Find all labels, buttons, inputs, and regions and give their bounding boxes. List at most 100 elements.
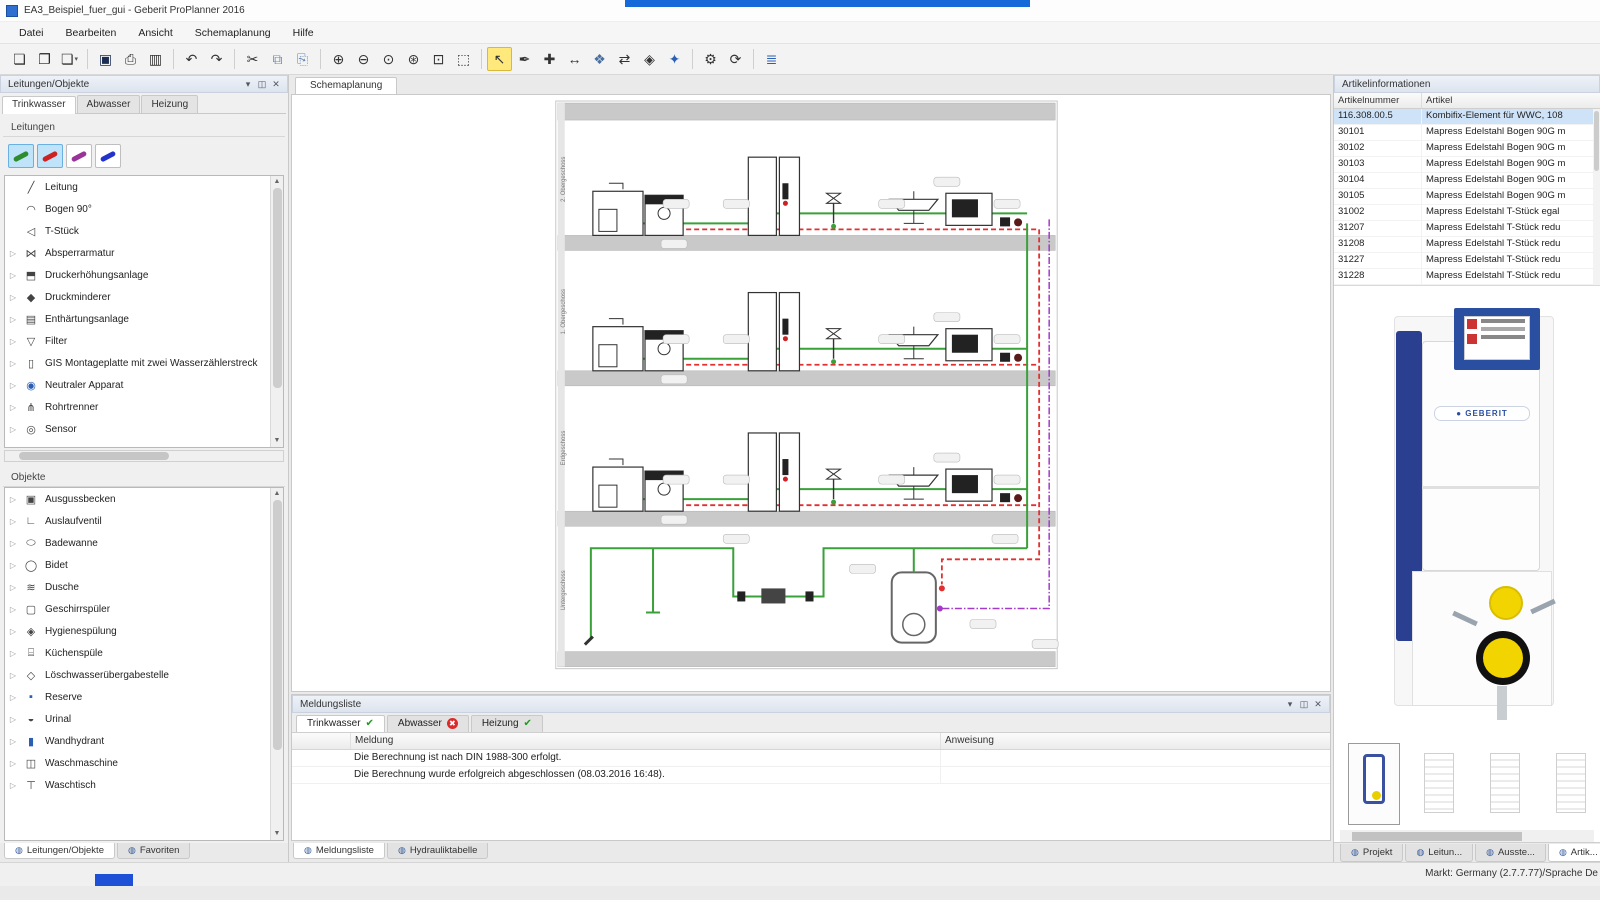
pin-icon[interactable]: ◫ [255,79,269,90]
menu-item-bearbeiten[interactable]: Bearbeiten [55,24,128,42]
expander-icon[interactable]: ▷ [5,315,21,324]
list-item[interactable]: ▷▤Enthärtungsanlage [5,308,270,330]
expander-icon[interactable]: ▷ [5,759,21,768]
scroll-down-icon[interactable]: ▼ [274,435,281,447]
expander-icon[interactable]: ▷ [5,715,21,724]
tab-trinkwasser[interactable]: Trinkwasser [2,96,76,114]
list-item[interactable]: ▷◯Bidet [5,554,270,576]
list-item[interactable]: ▷▣Ausgussbecken [5,488,270,510]
zoom-in-button[interactable]: ⊕ [326,47,351,71]
list-item[interactable]: ◁T-Stück [5,220,270,242]
list-item[interactable]: ▷⋔Rohrtrenner [5,396,270,418]
thumbnails-hscrollbar[interactable] [1340,830,1594,842]
expander-icon[interactable]: ▷ [5,249,21,258]
list-item[interactable]: ▷≋Dusche [5,576,270,598]
article-row[interactable]: 31002Mapress Edelstahl T-Stück egal [1334,205,1600,221]
article-row[interactable]: 31207Mapress Edelstahl T-Stück redu [1334,221,1600,237]
tab-heizung[interactable]: Heizung [141,95,198,113]
redo-button[interactable]: ↷ [204,47,229,71]
expander-icon[interactable]: ▷ [5,605,21,614]
menu-item-schemaplanung[interactable]: Schemaplanung [184,24,282,42]
chevron-down-icon[interactable]: ▾ [241,79,255,90]
list-item[interactable]: ▷◫Waschmaschine [5,752,270,774]
zoom-all-button[interactable]: ⊛ [401,47,426,71]
expander-icon[interactable]: ▷ [5,403,21,412]
zoom-out-button[interactable]: ⊖ [351,47,376,71]
tab-artik---[interactable]: ◍Artik... [1548,844,1600,862]
zirkulation-leitung-button[interactable] [66,144,92,168]
open-recent-button[interactable]: ❏▾ [57,47,82,71]
kaltwasser-leitung-button[interactable] [8,144,34,168]
leitungen-hscrollbar[interactable] [4,450,284,462]
column-header-artikel[interactable]: Artikel [1422,93,1600,108]
leitungen-list[interactable]: ╱Leitung◠Bogen 90°◁T-Stück▷⋈Absperrarmat… [4,175,284,448]
list-item[interactable]: ▷▮Wandhydrant [5,730,270,752]
menu-item-ansicht[interactable]: Ansicht [127,24,183,42]
column-header-anweisung[interactable]: Anweisung [940,733,1330,749]
report-button[interactable]: ▥ [143,47,168,71]
expander-icon[interactable]: ▷ [5,271,21,280]
list-item[interactable]: ▷◇Löschwasserübergabestelle [5,664,270,686]
menu-item-hilfe[interactable]: Hilfe [282,24,325,42]
list-item[interactable]: ▷◎Sensor [5,418,270,440]
article-row[interactable]: 31228Mapress Edelstahl T-Stück redu [1334,269,1600,285]
close-icon[interactable]: ✕ [269,79,283,90]
list-item[interactable]: ▷⬭Badewanne [5,532,270,554]
expander-icon[interactable]: ▷ [5,781,21,790]
print-button[interactable]: ⎙ [118,47,143,71]
column-header-meldung[interactable]: Meldung [350,733,940,749]
tab-hydrauliktabelle[interactable]: ◍Hydrauliktabelle [387,843,488,859]
article-row[interactable]: 30103Mapress Edelstahl Bogen 90G m [1334,157,1600,173]
scroll-up-icon[interactable]: ▲ [274,488,281,500]
save-button[interactable]: ▣ [93,47,118,71]
messages-tab-abwasser[interactable]: Abwasser✖ [387,715,469,732]
copy-button[interactable]: ⧉ [265,47,290,71]
list-item[interactable]: ▷◉Neutraler Apparat [5,374,270,396]
message-row[interactable]: Die Berechnung wurde erfolgreich abgesch… [292,767,1330,784]
list-item[interactable]: ▷▢Geschirrspüler [5,598,270,620]
lock-button[interactable]: ◈ [637,47,662,71]
table-view-button[interactable]: ≣ [759,47,784,71]
expander-icon[interactable]: ▷ [5,517,21,526]
column-header-artikelnummer[interactable]: Artikelnummer [1334,93,1422,108]
article-row[interactable]: 30105Mapress Edelstahl Bogen 90G m [1334,189,1600,205]
expander-icon[interactable]: ▷ [5,539,21,548]
zoom-selection-button[interactable]: ⊙ [376,47,401,71]
expander-icon[interactable]: ▷ [5,737,21,746]
menu-item-datei[interactable]: Datei [8,24,55,42]
cut-button[interactable]: ✂ [240,47,265,71]
scroll-up-icon[interactable]: ▲ [274,176,281,188]
list-item[interactable]: ▷∟Auslaufventil [5,510,270,532]
tab-ausste---[interactable]: ◍Ausste... [1475,844,1546,862]
schematic-canvas[interactable]: 2. Obergeschoss1. ObergeschossErdgeschos… [291,94,1331,692]
tab-leitungen-objekte[interactable]: ◍Leitungen/Objekte [4,843,115,859]
article-row[interactable]: 31227Mapress Edelstahl T-Stück redu [1334,253,1600,269]
article-row[interactable]: 30104Mapress Edelstahl Bogen 90G m [1334,173,1600,189]
list-item[interactable]: ╱Leitung [5,176,270,198]
list-item[interactable]: ▷⋈Absperrarmatur [5,242,270,264]
open-button[interactable]: ❐ [32,47,57,71]
paste-button[interactable]: ⎘ [290,47,315,71]
move-button[interactable]: ✚ [537,47,562,71]
fill-tool-button[interactable]: ✒ [512,47,537,71]
expander-icon[interactable]: ▷ [5,381,21,390]
close-icon[interactable]: ✕ [1311,699,1325,710]
list-vscrollbar[interactable]: ▲▼ [270,176,283,447]
expander-icon[interactable]: ▷ [5,649,21,658]
undo-button[interactable]: ↶ [179,47,204,71]
refresh-button[interactable]: ⟳ [723,47,748,71]
product-thumb-detail-3[interactable] [1546,743,1598,825]
expander-icon[interactable]: ▷ [5,359,21,368]
expander-icon[interactable]: ▷ [5,561,21,570]
scroll-thumb[interactable] [273,188,282,388]
objekte-list[interactable]: ▷▣Ausgussbecken▷∟Auslaufventil▷⬭Badewann… [4,487,284,841]
article-table-vscrollbar[interactable] [1593,109,1600,285]
expander-icon[interactable]: ▷ [5,671,21,680]
article-row[interactable]: 31208Mapress Edelstahl T-Stück redu [1334,237,1600,253]
pin-icon[interactable]: ◫ [1297,699,1311,710]
measure-button[interactable]: ↔ [562,47,587,71]
expander-icon[interactable]: ▷ [5,583,21,592]
list-item[interactable]: ▷▪Reserve [5,686,270,708]
messages-tab-heizung[interactable]: Heizung✔ [471,715,543,732]
expander-icon[interactable]: ▷ [5,627,21,636]
